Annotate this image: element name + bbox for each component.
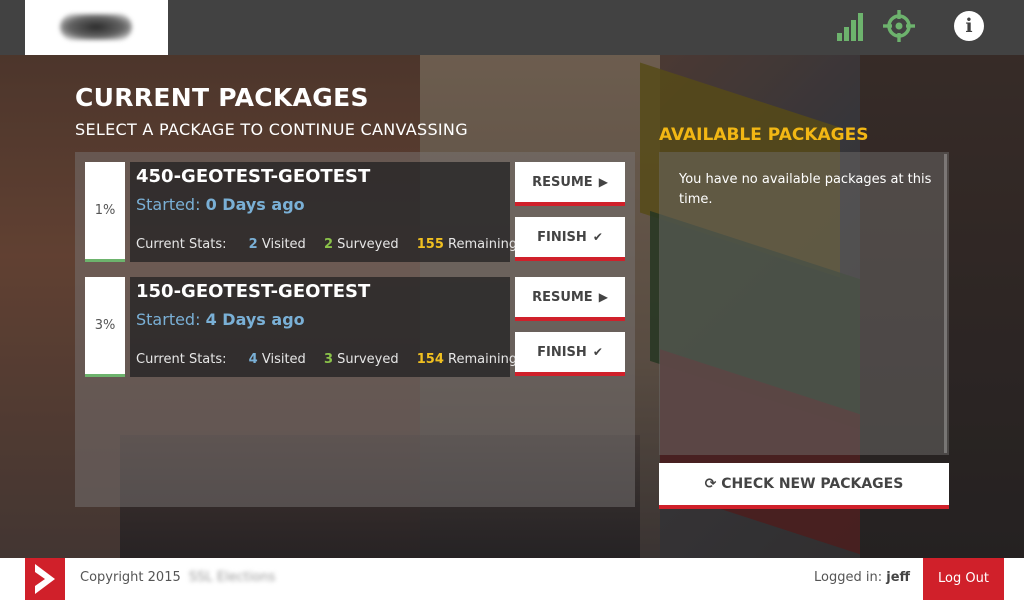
check-new-packages-button[interactable]: ⟳ CHECK NEW PACKAGES: [659, 463, 949, 509]
signal-icon[interactable]: [836, 11, 866, 41]
resume-label: RESUME: [532, 290, 593, 305]
visited-count: 4: [248, 352, 258, 367]
remaining-count: 154: [416, 352, 444, 367]
package-stats: Current Stats: 2 Visited 2 Surveyed 155 …: [136, 237, 517, 252]
refresh-icon: ⟳: [704, 476, 717, 492]
play-icon: ▶: [598, 290, 608, 304]
info-icon[interactable]: i: [954, 11, 984, 41]
package-stats: Current Stats: 4 Visited 3 Surveyed 154 …: [136, 352, 517, 367]
started-label: Started:: [136, 195, 201, 214]
page-title: CURRENT PACKAGES: [75, 83, 369, 112]
company-name: SSL Elections: [188, 570, 276, 585]
panel-scrollbar[interactable]: [944, 154, 947, 453]
top-bar: i: [0, 0, 1024, 55]
logout-button[interactable]: Log Out: [923, 558, 1004, 600]
copyright-text: Copyright 2015: [80, 570, 181, 585]
footer-logo: [25, 558, 65, 600]
started-value: 0 Days ago: [205, 195, 305, 214]
package-card: 3% 150-GEOTEST-GEOTEST Started: 4 Days a…: [85, 277, 625, 377]
logged-in-status: Logged in: jeff: [814, 570, 910, 585]
resume-button[interactable]: RESUME ▶: [515, 162, 625, 206]
package-info: 450-GEOTEST-GEOTEST Started: 0 Days ago …: [130, 162, 517, 262]
gps-target-icon[interactable]: [883, 10, 915, 42]
surveyed-count: 3: [323, 352, 333, 367]
package-card: 1% 450-GEOTEST-GEOTEST Started: 0 Days a…: [85, 162, 625, 262]
surveyed-label: Surveyed: [337, 352, 399, 367]
no-packages-message: You have no available packages at this t…: [679, 172, 932, 207]
available-title: AVAILABLE PACKAGES: [659, 125, 869, 145]
progress-indicator: 1%: [85, 162, 125, 262]
logged-label: Logged in:: [814, 570, 883, 585]
page-subtitle: SELECT A PACKAGE TO CONTINUE CANVASSING: [75, 120, 468, 139]
play-icon: ▶: [598, 175, 608, 189]
package-info: 150-GEOTEST-GEOTEST Started: 4 Days ago …: [130, 277, 517, 377]
chevron-logo-icon: [35, 564, 55, 594]
surveyed-label: Surveyed: [337, 237, 399, 252]
check-icon: ✔: [592, 345, 603, 359]
app-logo[interactable]: [25, 0, 168, 55]
surveyed-count: 2: [323, 237, 333, 252]
username: jeff: [886, 570, 911, 585]
finish-button[interactable]: FINISH ✔: [515, 217, 625, 261]
package-name: 450-GEOTEST-GEOTEST: [136, 166, 371, 187]
check-icon: ✔: [592, 230, 603, 244]
visited-label: Visited: [261, 352, 306, 367]
package-started: Started: 4 Days ago: [136, 310, 305, 329]
remaining-label: Remaining: [448, 352, 518, 367]
visited-label: Visited: [261, 237, 306, 252]
package-started: Started: 0 Days ago: [136, 195, 305, 214]
finish-label: FINISH: [537, 345, 587, 360]
progress-indicator: 3%: [85, 277, 125, 377]
started-value: 4 Days ago: [205, 310, 305, 329]
check-label: CHECK NEW PACKAGES: [721, 476, 904, 492]
stats-label: Current Stats:: [136, 237, 227, 252]
stats-label: Current Stats:: [136, 352, 227, 367]
copyright: Copyright 2015 SSL Elections: [80, 570, 275, 585]
footer: Copyright 2015 SSL Elections Logged in: …: [0, 558, 1024, 600]
available-packages-panel: You have no available packages at this t…: [659, 152, 949, 455]
finish-button[interactable]: FINISH ✔: [515, 332, 625, 376]
remaining-count: 155: [416, 237, 444, 252]
finish-label: FINISH: [537, 230, 587, 245]
current-packages-panel: 1% 450-GEOTEST-GEOTEST Started: 0 Days a…: [75, 152, 635, 507]
resume-button[interactable]: RESUME ▶: [515, 277, 625, 321]
started-label: Started:: [136, 310, 201, 329]
resume-label: RESUME: [532, 175, 593, 190]
remaining-label: Remaining: [448, 237, 518, 252]
visited-count: 2: [248, 237, 258, 252]
package-name: 150-GEOTEST-GEOTEST: [136, 281, 371, 302]
